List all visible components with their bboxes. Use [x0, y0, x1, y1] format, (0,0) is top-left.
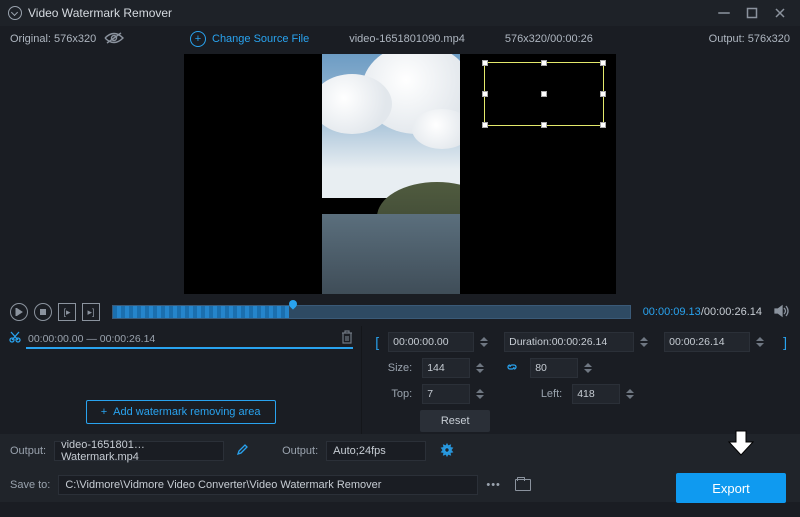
plus-circle-icon: + — [190, 31, 206, 47]
output-label: Output: 576x320 — [709, 33, 790, 45]
end-time-spinner[interactable] — [756, 332, 770, 352]
play-button[interactable] — [10, 303, 28, 321]
app-title: Video Watermark Remover — [28, 6, 172, 20]
add-watermark-area-button[interactable]: + Add watermark removing area — [86, 400, 276, 424]
timeline-scrubber[interactable] — [112, 305, 631, 319]
browse-path-button[interactable]: ••• — [486, 479, 501, 491]
set-end-button[interactable]: ▸] — [82, 303, 100, 321]
duration-field[interactable]: Duration:00:00:26.14 — [504, 332, 634, 352]
segment-track[interactable] — [26, 347, 353, 349]
edit-filename-icon[interactable] — [236, 444, 248, 459]
left-field[interactable]: 418 — [572, 384, 620, 404]
output-format-label: Output: — [282, 445, 318, 457]
top-field[interactable]: 7 — [422, 384, 470, 404]
playback-time: 00:00:09.13/00:00:26.14 — [643, 306, 762, 318]
watermark-selection-box[interactable] — [484, 62, 604, 126]
segment-range: 00:00:00.00 — 00:00:26.14 — [28, 333, 155, 345]
source-filename: video-1651801090.mp4 — [349, 33, 465, 45]
properties-panel: [ 00:00:00.00 Duration:00:00:26.14 00:00… — [362, 326, 800, 434]
end-time-field[interactable]: 00:00:26.14 — [664, 332, 750, 352]
original-label: Original: 576x320 — [10, 33, 96, 45]
range-start-bracket[interactable]: [ — [372, 334, 382, 350]
save-to-label: Save to: — [10, 479, 50, 491]
close-button[interactable] — [768, 4, 792, 22]
export-button[interactable]: Export — [676, 473, 786, 503]
output-settings-icon[interactable] — [440, 443, 454, 460]
lower-panel: 00:00:00.00 — 00:00:26.14 + Add watermar… — [0, 326, 800, 434]
download-arrow-icon — [726, 428, 756, 461]
start-time-spinner[interactable] — [480, 332, 494, 352]
segment-cut-icon[interactable] — [8, 330, 22, 347]
top-spinner[interactable] — [476, 384, 490, 404]
minimize-button[interactable] — [712, 4, 736, 22]
preview-toggle-icon[interactable] — [104, 31, 124, 48]
set-start-button[interactable]: [▸ — [58, 303, 76, 321]
segments-panel: 00:00:00.00 — 00:00:26.14 + Add watermar… — [0, 326, 362, 434]
app-logo-icon — [8, 6, 22, 20]
plus-icon: + — [101, 406, 107, 418]
output-filename-field[interactable]: video-1651801…Watermark.mp4 — [54, 441, 224, 461]
save-path-field[interactable]: C:\Vidmore\Vidmore Video Converter\Video… — [58, 475, 478, 495]
width-spinner[interactable] — [476, 358, 490, 378]
open-folder-icon[interactable] — [515, 479, 531, 491]
left-label: Left: — [528, 388, 562, 400]
maximize-button[interactable] — [740, 4, 764, 22]
output-file-label: Output: — [10, 445, 46, 457]
titlebar: Video Watermark Remover — [0, 0, 800, 26]
preview-area — [0, 52, 800, 298]
output-format-field[interactable]: Auto;24fps — [326, 441, 426, 461]
width-field[interactable]: 144 — [422, 358, 470, 378]
range-end-bracket[interactable]: ] — [780, 334, 790, 350]
size-label: Size: — [372, 362, 412, 374]
source-meta: 576x320/00:00:26 — [505, 33, 593, 45]
video-frame — [322, 54, 460, 294]
output-bar: Output: video-1651801…Watermark.mp4 Outp… — [0, 434, 800, 468]
volume-icon[interactable] — [774, 304, 790, 321]
height-spinner[interactable] — [584, 358, 598, 378]
playback-bar: [▸ ▸] 00:00:09.13/00:00:26.14 — [0, 298, 800, 326]
video-preview[interactable] — [184, 54, 616, 294]
duration-spinner[interactable] — [640, 332, 654, 352]
delete-segment-icon[interactable] — [341, 330, 353, 347]
start-time-field[interactable]: 00:00:00.00 — [388, 332, 474, 352]
left-spinner[interactable] — [626, 384, 640, 404]
info-bar: Original: 576x320 + Change Source File v… — [0, 26, 800, 52]
aspect-link-icon[interactable] — [506, 361, 518, 376]
change-source-button[interactable]: + Change Source File — [190, 31, 309, 47]
stop-button[interactable] — [34, 303, 52, 321]
height-field[interactable]: 80 — [530, 358, 578, 378]
top-label: Top: — [372, 388, 412, 400]
reset-button[interactable]: Reset — [420, 410, 490, 432]
